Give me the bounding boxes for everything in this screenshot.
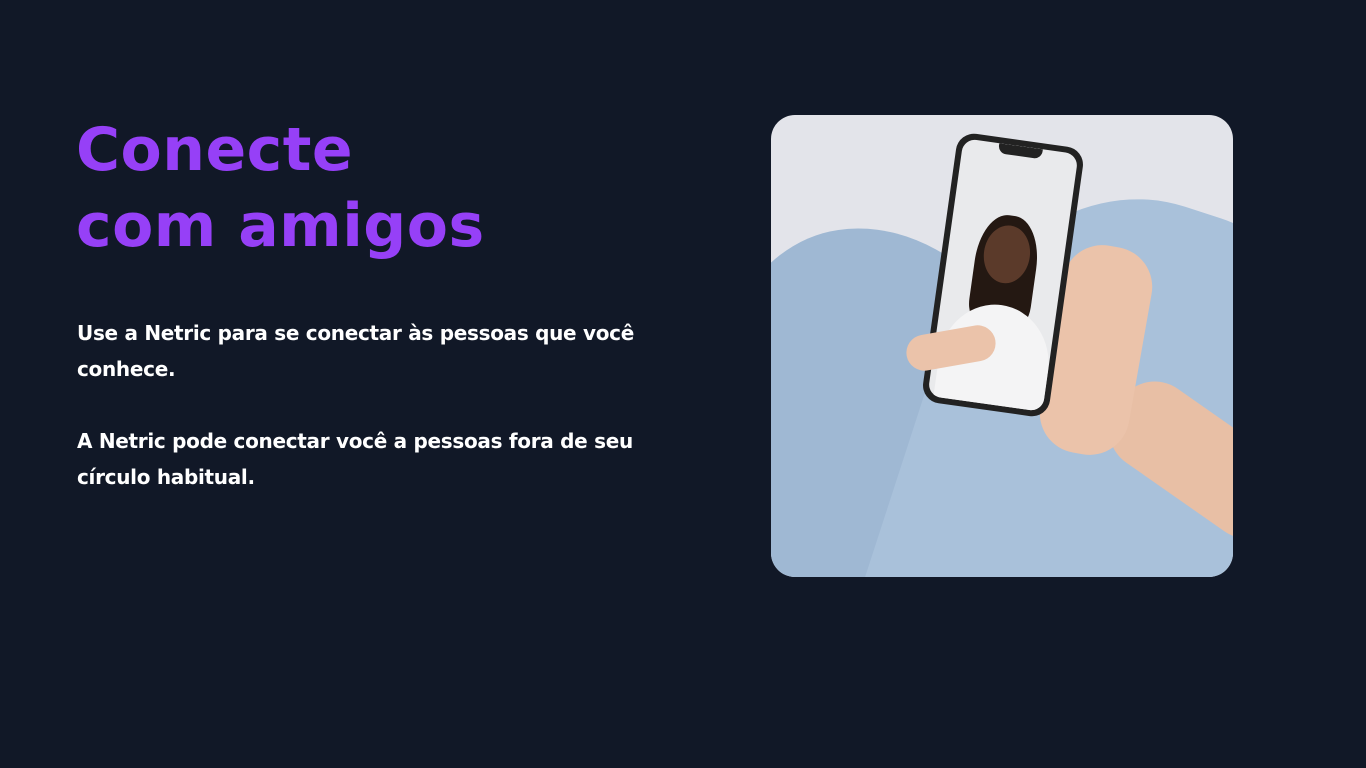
title-line-2: com amigos	[76, 191, 485, 261]
description-paragraph-2: A Netric pode conectar você a pessoas fo…	[77, 429, 633, 489]
phone-notch	[997, 143, 1043, 160]
video-call-photo	[771, 115, 1233, 577]
title-line-1: Conecte	[76, 115, 354, 185]
description-paragraph-1: Use a Netric para se conectar às pessoas…	[77, 321, 634, 381]
page-title: Conecte com amigos	[76, 112, 485, 264]
